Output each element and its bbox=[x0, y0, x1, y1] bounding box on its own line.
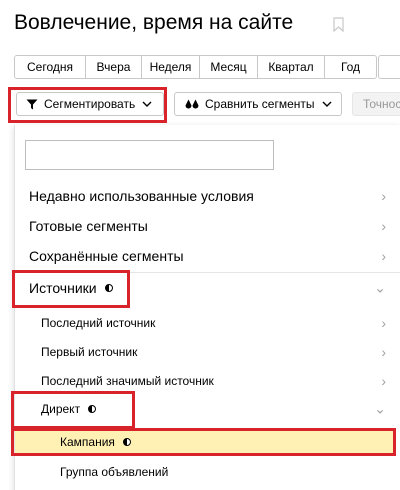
menu-divider bbox=[15, 272, 400, 273]
menu-item-last-source[interactable]: Последний источник › bbox=[15, 313, 400, 333]
menu-item-label: Директ bbox=[41, 402, 81, 416]
period-tab-week[interactable]: Неделя bbox=[142, 56, 200, 78]
accuracy-button-label: Точнос bbox=[363, 97, 400, 111]
menu-item-last-significant-source[interactable]: Последний значимый источник › bbox=[15, 371, 400, 391]
compare-button-label: Сравнить сегменты bbox=[205, 97, 315, 111]
chevron-right-icon: › bbox=[381, 344, 386, 360]
chevron-right-icon: › bbox=[381, 188, 386, 204]
menu-item-recent-conditions[interactable]: Недавно использованные условия › bbox=[15, 184, 400, 208]
period-tab-today[interactable]: Сегодня bbox=[15, 56, 86, 78]
menu-item-label: Недавно использованные условия bbox=[29, 188, 254, 204]
menu-item-ad-group[interactable]: Группа объявлений bbox=[15, 462, 400, 482]
menu-item-first-source[interactable]: Первый источник › bbox=[15, 342, 400, 362]
menu-item-label: Сохранённые сегменты bbox=[29, 248, 184, 264]
period-tab-month[interactable]: Месяц bbox=[200, 56, 258, 78]
menu-item-label: Последний значимый источник bbox=[41, 374, 214, 388]
menu-item-label: Последний источник bbox=[41, 316, 156, 330]
menu-item-label: Первый источник bbox=[41, 345, 138, 359]
filter-icon bbox=[26, 99, 38, 109]
chevron-down-icon bbox=[142, 101, 152, 107]
menu-item-ready-segments[interactable]: Готовые сегменты › bbox=[15, 214, 400, 238]
menu-item-sources[interactable]: Источники ⌄ bbox=[15, 276, 400, 300]
half-circle-icon bbox=[104, 284, 113, 292]
chevron-right-icon: › bbox=[381, 315, 386, 331]
period-selector: Сегодня Вчера Неделя Месяц Квартал Год bbox=[14, 55, 377, 79]
chevron-right-icon: › bbox=[381, 218, 386, 234]
chevron-down-icon bbox=[322, 101, 332, 107]
page-title: Вовлечение, время на сайте bbox=[14, 11, 294, 34]
half-circle-icon bbox=[88, 405, 97, 413]
segment-search-input[interactable] bbox=[25, 140, 274, 170]
menu-item-label: Кампания bbox=[60, 435, 115, 449]
compare-segments-button[interactable]: Сравнить сегменты bbox=[174, 92, 342, 116]
chevron-down-icon: ⌄ bbox=[374, 279, 386, 296]
menu-item-campaign[interactable]: Кампания bbox=[15, 432, 400, 452]
compare-icon bbox=[185, 99, 199, 108]
menu-item-label: Готовые сегменты bbox=[29, 218, 148, 234]
menu-item-direct[interactable]: Директ ⌄ bbox=[15, 399, 400, 419]
menu-item-saved-segments[interactable]: Сохранённые сегменты › bbox=[15, 244, 400, 268]
menu-item-label: Группа объявлений bbox=[60, 465, 169, 479]
segment-button-label: Сегментировать bbox=[44, 97, 136, 111]
period-tab-quarter[interactable]: Квартал bbox=[258, 56, 325, 78]
calendar-button[interactable] bbox=[378, 55, 400, 79]
segment-button[interactable]: Сегментировать bbox=[16, 92, 164, 116]
bookmark-icon[interactable] bbox=[333, 17, 344, 32]
menu-item-label: Источники bbox=[29, 280, 97, 296]
accuracy-button[interactable]: Точнос bbox=[352, 92, 400, 116]
half-circle-icon bbox=[122, 438, 131, 446]
chevron-right-icon: › bbox=[381, 248, 386, 264]
chevron-down-icon: ⌄ bbox=[374, 400, 386, 417]
chevron-right-icon: › bbox=[381, 373, 386, 389]
period-tab-yesterday[interactable]: Вчера bbox=[86, 56, 142, 78]
period-tab-year[interactable]: Год bbox=[325, 56, 376, 78]
